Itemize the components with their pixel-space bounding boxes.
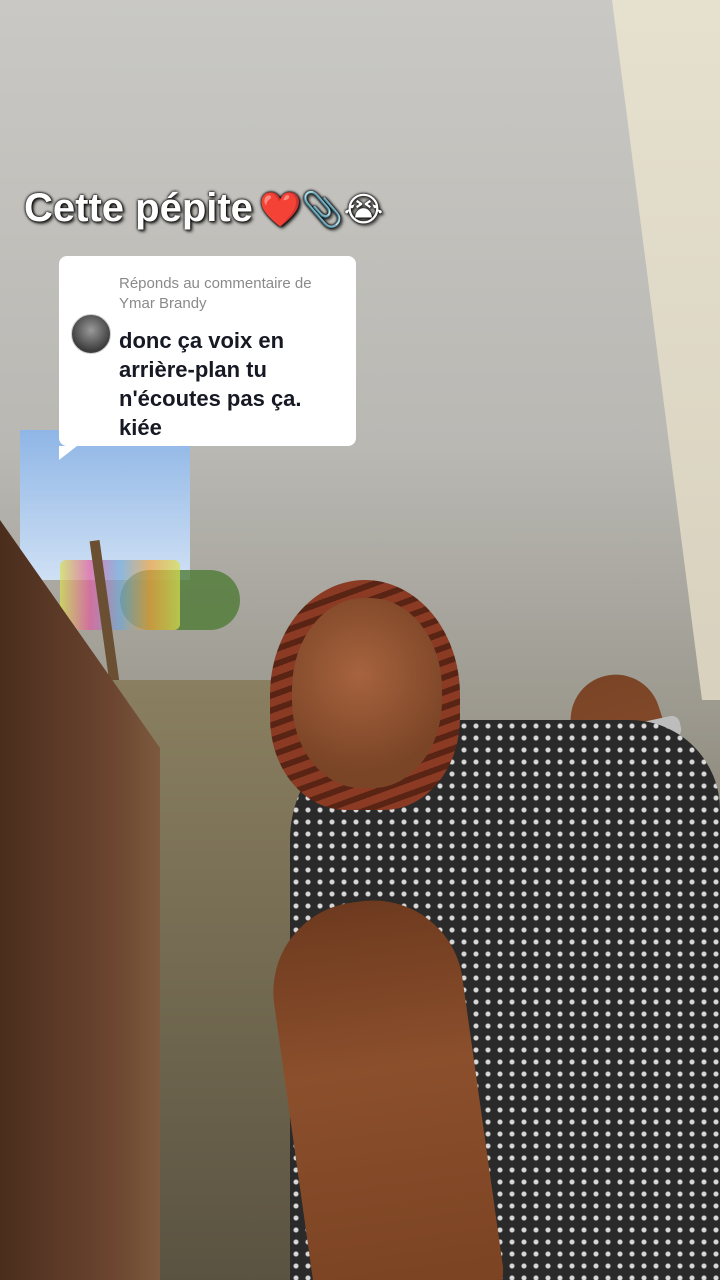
caption-text: Cette pépite [24,186,253,230]
comment-text: donc ça voix en arrière-plan tu n'écoute… [119,328,302,440]
sky [20,430,190,580]
person [261,580,720,1280]
face [292,598,442,788]
reply-to-label: Réponds au commentaire de Ymar Brandy [119,275,312,312]
commenter-avatar-icon[interactable] [71,314,111,354]
video-caption-overlay: Cette pépite ❤️📎😭 [24,186,383,231]
caption-emojis: ❤️📎😭 [258,190,384,230]
brown-wall [0,520,160,1280]
reply-comment-bubble[interactable]: Réponds au commentaire de Ymar Brandy do… [59,256,356,460]
hanging-laundry [60,560,180,630]
